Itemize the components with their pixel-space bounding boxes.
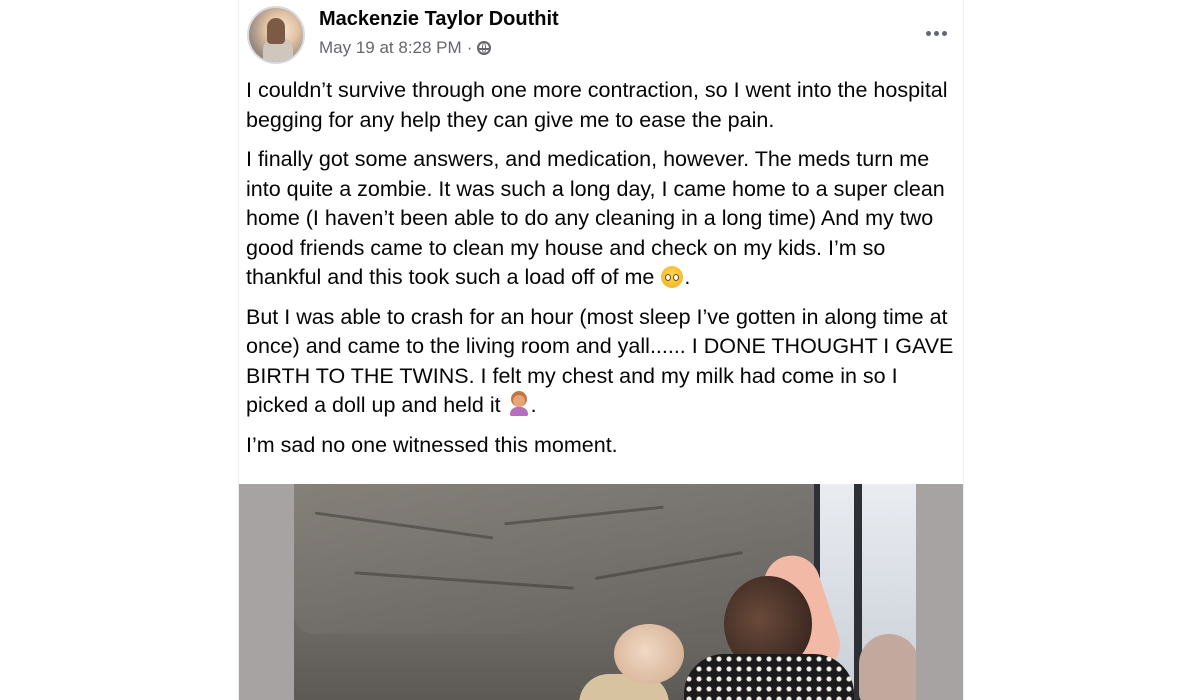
post-paragraph: I couldn’t survive through one more cont…: [246, 78, 948, 132]
photo-image: [294, 484, 916, 700]
paragraph-text: But I was able to crash for an hour (mos…: [246, 304, 954, 418]
post-photo[interactable]: [239, 484, 963, 700]
post-paragraph: But I was able to crash for an hour (mos…: [246, 303, 962, 421]
paragraph-end: .: [684, 265, 691, 289]
globe-icon[interactable]: [477, 41, 492, 55]
facebook-post: Mackenzie Taylor Douthit May 19 at 8:28 …: [238, 0, 964, 700]
woman-facepalming-emoji-icon: [507, 394, 530, 416]
more-horizontal-icon: [925, 30, 931, 36]
meta-separator: ·: [466, 38, 473, 57]
author-name[interactable]: Mackenzie Taylor Douthit: [319, 8, 559, 31]
more-options-button[interactable]: [919, 22, 953, 44]
teary-eyed-face-emoji-icon: [661, 266, 684, 288]
paragraph-end: .: [530, 393, 537, 417]
post-timestamp[interactable]: May 19 at 8:28 PM: [319, 38, 462, 58]
post-paragraph: I finally got some answers, and medicati…: [246, 145, 962, 293]
post-meta: May 19 at 8:28 PM ·: [319, 38, 492, 58]
author-avatar[interactable]: [247, 6, 305, 64]
post-body: I couldn’t survive through one more cont…: [246, 76, 962, 470]
paragraph-text: I finally got some answers, and medicati…: [246, 147, 945, 289]
post-header: Mackenzie Taylor Douthit May 19 at 8:28 …: [239, 0, 963, 70]
post-paragraph: I’m sad no one witnessed this moment.: [246, 432, 618, 457]
